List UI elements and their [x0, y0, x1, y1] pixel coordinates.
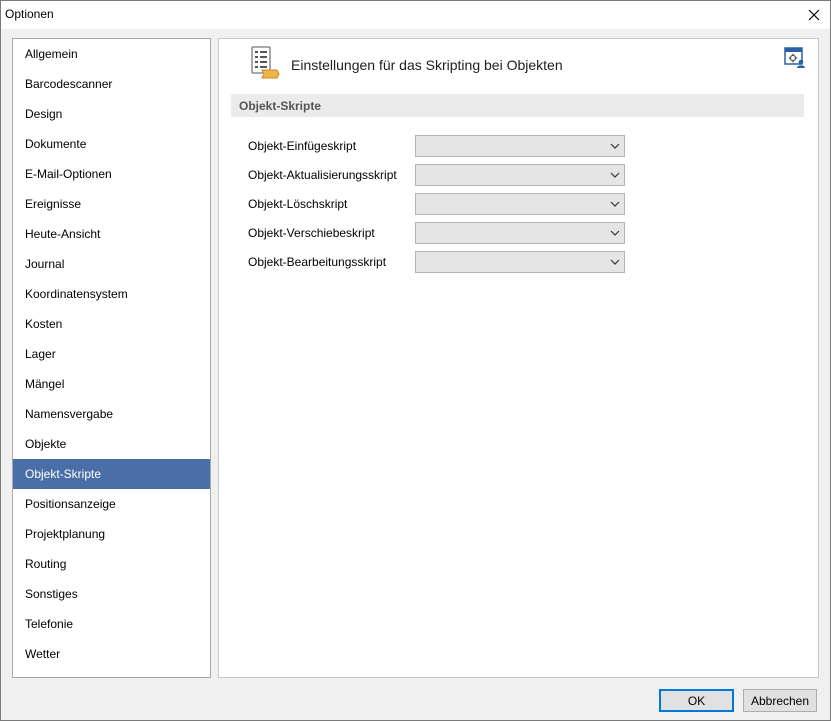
dialog-content: Allgemein Barcodescanner Design Dokument…: [1, 29, 830, 720]
sidebar-item-kosten[interactable]: Kosten: [13, 309, 210, 339]
sidebar-item-dokumente[interactable]: Dokumente: [13, 129, 210, 159]
move-script-dropdown[interactable]: [415, 222, 625, 244]
update-script-dropdown[interactable]: [415, 164, 625, 186]
close-icon: [808, 9, 820, 21]
sidebar-item-namensvergabe[interactable]: Namensvergabe: [13, 399, 210, 429]
options-dialog: Optionen Allgemein Barcodescanner Design…: [0, 0, 831, 721]
sidebar-item-email-optionen[interactable]: E-Mail-Optionen: [13, 159, 210, 189]
sidebar-item-maengel[interactable]: Mängel: [13, 369, 210, 399]
chevron-down-icon: [610, 230, 620, 236]
section-title: Objekt-Skripte: [239, 99, 322, 113]
delete-script-dropdown[interactable]: [415, 193, 625, 215]
cancel-button[interactable]: Abbrechen: [743, 689, 817, 712]
move-script-label: Objekt-Verschiebeskript: [248, 226, 375, 240]
sidebar-item-routing[interactable]: Routing: [13, 549, 210, 579]
update-script-label: Objekt-Aktualisierungsskript: [248, 168, 397, 182]
edit-script-label: Objekt-Bearbeitungsskript: [248, 255, 387, 269]
sidebar-item-objekt-skripte[interactable]: Objekt-Skripte: [13, 459, 210, 489]
insert-script-dropdown[interactable]: [415, 135, 625, 157]
page-title: Einstellungen für das Skripting bei Obje…: [291, 57, 563, 73]
sidebar-item-allgemein[interactable]: Allgemein: [13, 39, 210, 69]
sidebar-item-journal[interactable]: Journal: [13, 249, 210, 279]
insert-script-label: Objekt-Einfügeskript: [248, 139, 357, 153]
sidebar-item-heute-ansicht[interactable]: Heute-Ansicht: [13, 219, 210, 249]
settings-user-icon[interactable]: [784, 47, 806, 69]
sidebar-item-design[interactable]: Design: [13, 99, 210, 129]
section-header: Objekt-Skripte: [231, 94, 804, 117]
script-settings-icon: [251, 46, 280, 79]
chevron-down-icon: [610, 201, 620, 207]
edit-script-dropdown[interactable]: [415, 251, 625, 273]
title-bar: Optionen: [1, 1, 830, 29]
sidebar-item-sonstiges[interactable]: Sonstiges: [13, 579, 210, 609]
window-title: Optionen: [5, 7, 54, 21]
ok-button[interactable]: OK: [659, 689, 734, 712]
settings-panel: Einstellungen für das Skripting bei Obje…: [218, 38, 819, 678]
chevron-down-icon: [610, 259, 620, 265]
sidebar-item-barcodescanner[interactable]: Barcodescanner: [13, 69, 210, 99]
sidebar-item-lager[interactable]: Lager: [13, 339, 210, 369]
chevron-down-icon: [610, 172, 620, 178]
sidebar-item-telefonie[interactable]: Telefonie: [13, 609, 210, 639]
sidebar-item-projektplanung[interactable]: Projektplanung: [13, 519, 210, 549]
sidebar-item-ereignisse[interactable]: Ereignisse: [13, 189, 210, 219]
sidebar-item-positionsanzeige[interactable]: Positionsanzeige: [13, 489, 210, 519]
chevron-down-icon: [610, 143, 620, 149]
sidebar-item-wetter[interactable]: Wetter: [13, 639, 210, 669]
options-category-list: Allgemein Barcodescanner Design Dokument…: [12, 38, 211, 678]
close-button[interactable]: [798, 1, 830, 29]
sidebar-item-koordinatensystem[interactable]: Koordinatensystem: [13, 279, 210, 309]
sidebar-item-objekte[interactable]: Objekte: [13, 429, 210, 459]
delete-script-label: Objekt-Löschskript: [248, 197, 348, 211]
